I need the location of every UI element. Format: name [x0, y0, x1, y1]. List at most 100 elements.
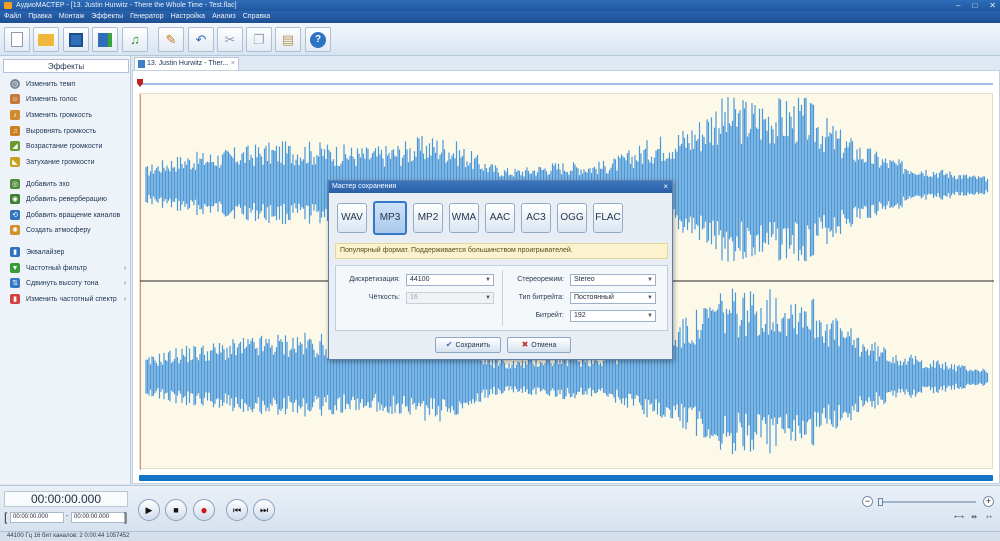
- format-ac3-button[interactable]: AC3: [521, 203, 551, 233]
- selection-start-input[interactable]: 00:00:00.000: [10, 512, 64, 523]
- zoom-out-button[interactable]: −: [862, 496, 873, 507]
- record-icon: ●: [200, 503, 208, 517]
- format-aac-button[interactable]: AAC: [485, 203, 515, 233]
- copy-button[interactable]: ❐: [246, 27, 272, 52]
- volume-icon: ♪: [10, 110, 20, 120]
- timeline-ruler[interactable]: [139, 83, 993, 85]
- sidebar-item-tempo[interactable]: ◷ Изменить темп: [10, 78, 75, 90]
- sidebar-item-voice[interactable]: ☺ Изменить голос: [10, 93, 77, 105]
- filter-icon: ▼: [10, 263, 20, 273]
- menu-edit[interactable]: Правка: [28, 11, 52, 23]
- format-wma-button[interactable]: WMA: [449, 203, 479, 233]
- dropdown-arrow-icon: ▼: [485, 295, 491, 301]
- sidebar-item-atmosphere[interactable]: ✺ Создать атмосферу: [10, 224, 91, 236]
- new-file-button[interactable]: [4, 27, 30, 52]
- bitrate-select[interactable]: 192 ▼: [570, 310, 656, 322]
- stereo-mode-label: Стереорежим:: [517, 276, 564, 283]
- stop-button[interactable]: ■: [165, 499, 187, 521]
- scissors-icon: ✂: [224, 31, 236, 47]
- save-button[interactable]: [63, 27, 89, 52]
- stereo-mode-select[interactable]: Stereo ▼: [570, 274, 656, 286]
- sidebar-item-rotate[interactable]: ⟲ Добавить вращение каналов: [10, 209, 120, 221]
- expand-arrow-icon[interactable]: ‹: [124, 265, 126, 272]
- dialog-save-button[interactable]: ✔ Сохранить: [435, 337, 501, 353]
- copy-icon: ❐: [253, 31, 265, 47]
- sidebar-item-filter[interactable]: ▼ Частотный фильтр ‹: [10, 262, 126, 274]
- menu-effects[interactable]: Эффекты: [91, 11, 123, 23]
- play-button[interactable]: ▶: [138, 499, 160, 521]
- audio-file-icon: [138, 60, 145, 68]
- sidebar-item-fade-in[interactable]: ◢ Возрастание громкости: [10, 140, 102, 152]
- menu-settings[interactable]: Настройка: [171, 11, 205, 23]
- format-wav-button[interactable]: WAV: [337, 203, 367, 233]
- zoom-slider-track[interactable]: [880, 501, 976, 503]
- skip-forward-button[interactable]: ⏭: [253, 499, 275, 521]
- zoom-slider-thumb[interactable]: [878, 498, 883, 506]
- bit-depth-label: Чёткость:: [368, 294, 400, 301]
- effects-header[interactable]: Эффекты: [3, 59, 129, 73]
- dialog-close-icon[interactable]: ×: [663, 181, 668, 193]
- dropdown-arrow-icon: ▼: [485, 277, 491, 283]
- format-mp2-button[interactable]: MP2: [413, 203, 443, 233]
- sidebar-item-normalize[interactable]: ♫ Выровнять громкость: [10, 125, 96, 137]
- sidebar-item-pitch[interactable]: ⇅ Сдвинуть высоту тона ‹: [10, 277, 126, 289]
- minimize-icon[interactable]: –: [956, 0, 960, 11]
- save-wizard-dialog: Мастер сохранения × WAV MP3 MP2 WMA AAC …: [328, 180, 673, 360]
- menu-montage[interactable]: Монтаж: [59, 11, 84, 23]
- cut-button[interactable]: ✂: [217, 27, 243, 52]
- selection-end-input[interactable]: 00:00:00.000: [71, 512, 125, 523]
- expand-arrow-icon[interactable]: ‹: [124, 296, 126, 303]
- close-tab-icon[interactable]: ×: [231, 58, 235, 70]
- dropdown-arrow-icon: ▼: [647, 295, 653, 301]
- close-window-icon[interactable]: ✕: [989, 0, 996, 11]
- paste-icon: ▤: [281, 31, 295, 47]
- normalize-icon: ♫: [10, 126, 20, 136]
- format-settings-panel: Дискретизация: 44100 ▼ Чёткость: 16 ▼ Стер…: [335, 265, 668, 331]
- paste-button[interactable]: ▤: [275, 27, 301, 52]
- horizontal-scrollbar[interactable]: [139, 475, 993, 481]
- dialog-cancel-button[interactable]: ✖ Отмена: [507, 337, 571, 353]
- undo-icon: ↶: [195, 31, 207, 47]
- format-ogg-button[interactable]: OGG: [557, 203, 587, 233]
- bit-depth-select[interactable]: 16 ▼: [406, 292, 494, 304]
- transport-panel: 00:00:00.000 [ 00:00:00.000 - 00:00:00.0…: [0, 485, 1000, 531]
- stop-icon: ■: [173, 505, 179, 515]
- bitrate-type-label: Тип битрейта:: [518, 294, 564, 301]
- selection-bracket-right: ]: [124, 510, 128, 524]
- record-button[interactable]: ●: [193, 499, 215, 521]
- fit-all-icon[interactable]: ⇿: [983, 513, 995, 523]
- sidebar-item-equalizer[interactable]: ▮ Эквалайзер: [10, 246, 64, 258]
- save-as-button[interactable]: [92, 27, 118, 52]
- playhead-marker[interactable]: [137, 79, 143, 87]
- open-button[interactable]: [33, 27, 59, 52]
- format-flac-button[interactable]: FLAC: [593, 203, 623, 233]
- fade-out-icon: ◣: [10, 157, 20, 167]
- dialog-title: Мастер сохранения: [332, 183, 397, 190]
- selection-bracket-left: [: [4, 510, 8, 524]
- fit-selection-icon[interactable]: ⇹: [968, 513, 980, 523]
- fit-horizontal-icon[interactable]: ⟷: [953, 513, 965, 523]
- sidebar-item-echo[interactable]: ◎ Добавить эхо: [10, 178, 70, 190]
- zoom-in-button[interactable]: +: [983, 496, 994, 507]
- bitrate-type-select[interactable]: Постоянный ▼: [570, 292, 656, 304]
- menu-generator[interactable]: Генератор: [130, 11, 164, 23]
- maximize-icon[interactable]: □: [972, 0, 977, 11]
- echo-icon: ◎: [10, 179, 20, 189]
- tab-document[interactable]: 13. Justin Hurwitz - Ther... ×: [134, 57, 239, 70]
- menu-help[interactable]: Справка: [243, 11, 270, 23]
- skip-back-button[interactable]: ⏮: [226, 499, 248, 521]
- help-button[interactable]: ?: [305, 27, 331, 52]
- format-mp3-button[interactable]: MP3: [373, 201, 407, 235]
- sidebar-item-fade-out[interactable]: ◣ Затухание громкости: [10, 156, 94, 168]
- audio-edit-button[interactable]: ✎: [158, 27, 184, 52]
- cancel-icon: ✖: [521, 340, 529, 349]
- menu-file[interactable]: Файл: [4, 11, 21, 23]
- export-button[interactable]: ♫: [122, 27, 148, 52]
- sidebar-item-spectrum[interactable]: ▮ Изменить частотный спектр ‹: [10, 293, 126, 305]
- sidebar-item-volume[interactable]: ♪ Изменить громкость: [10, 109, 92, 121]
- undo-button[interactable]: ↶: [188, 27, 214, 52]
- sidebar-item-reverb[interactable]: ◉ Добавить реверберацию: [10, 193, 107, 205]
- sample-rate-select[interactable]: 44100 ▼: [406, 274, 494, 286]
- expand-arrow-icon[interactable]: ‹: [124, 280, 126, 287]
- menu-analysis[interactable]: Анализ: [212, 11, 236, 23]
